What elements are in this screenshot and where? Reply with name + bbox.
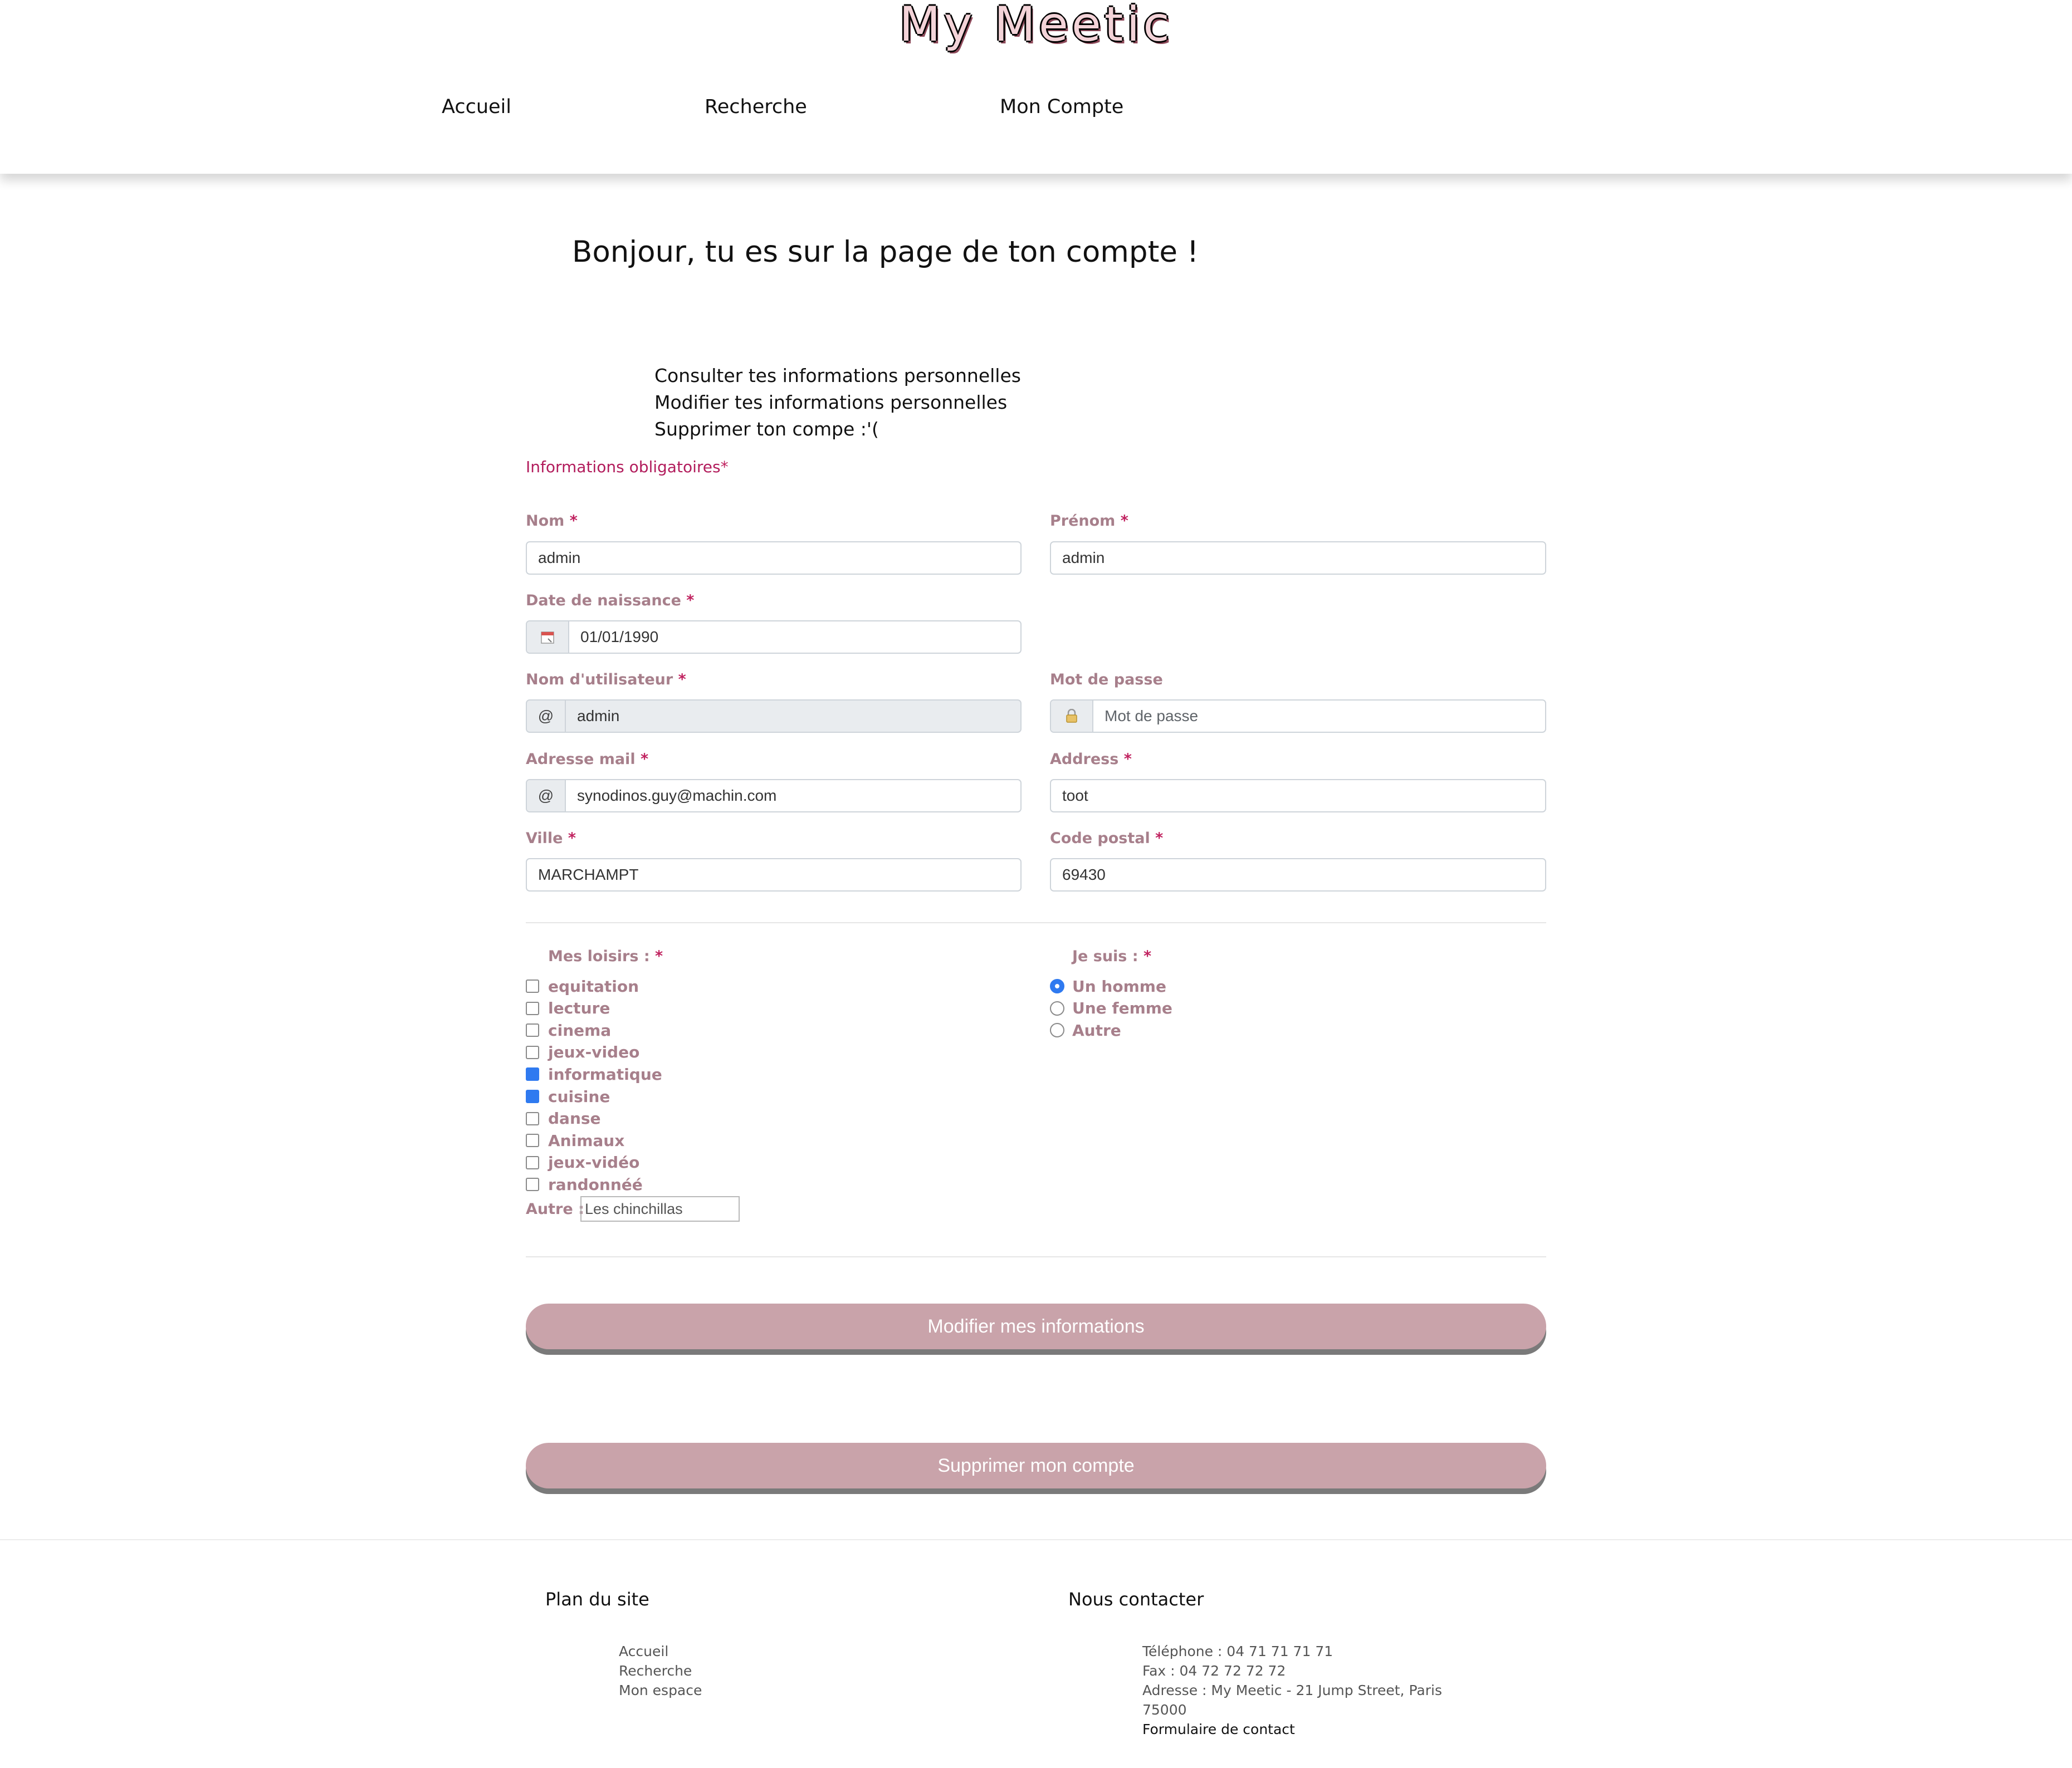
footer-fax: Fax : 04 72 72 72 72 [1142, 1663, 1286, 1679]
code-postal-input[interactable]: 69430 [1050, 858, 1546, 892]
hobby-label: jeux-vidéo [548, 1153, 640, 1172]
password-input[interactable]: Mot de passe [1050, 699, 1546, 733]
address-input[interactable]: toot [1050, 779, 1546, 812]
prenom-label: Prénom * [1050, 512, 1128, 530]
menu-edit-info[interactable]: Modifier tes informations personnelles [654, 391, 1007, 413]
hobby-label: jeux-video [548, 1043, 640, 1062]
prenom-input[interactable]: admin [1050, 541, 1546, 575]
gender-label: Je suis : * [1072, 948, 1152, 965]
gender-label-text: Un homme [1072, 977, 1166, 996]
hobby-checkbox[interactable] [526, 1023, 539, 1037]
hobby-option[interactable]: informatique [526, 1064, 662, 1084]
gender-label-text: Une femme [1072, 999, 1172, 1018]
birthdate-label: Date de naissance * [526, 592, 695, 609]
modify-info-button[interactable]: Modifier mes informations [526, 1304, 1546, 1349]
gender-radio[interactable] [1050, 1001, 1064, 1016]
username-label: Nom d'utilisateur * [526, 671, 686, 688]
required-note-text: Informations obligatoires [526, 458, 721, 476]
hobby-label: cuisine [548, 1087, 610, 1106]
menu-view-info[interactable]: Consulter tes informations personnelles [654, 365, 1021, 386]
hobby-label: lecture [548, 999, 610, 1018]
hobby-option[interactable]: cinema [526, 1020, 611, 1040]
hobby-label: Animaux [548, 1131, 625, 1150]
code-postal-label: Code postal * [1050, 830, 1164, 847]
at-sign-addon: @ [527, 701, 566, 732]
gender-option[interactable]: Une femme [1050, 998, 1172, 1018]
calendar-icon [527, 621, 569, 653]
hobby-checkbox[interactable] [526, 1090, 539, 1103]
hobby-checkbox[interactable] [526, 1067, 539, 1081]
hobby-option[interactable]: randonnéé [526, 1174, 643, 1194]
footer-contact-form-link[interactable]: Formulaire de contact [1142, 1721, 1295, 1737]
hobby-option[interactable]: danse [526, 1109, 601, 1129]
ville-input[interactable]: MARCHAMPT [526, 858, 1022, 892]
divider [526, 922, 1546, 923]
nom-label: Nom * [526, 512, 578, 530]
delete-account-button[interactable]: Supprimer mon compte [526, 1443, 1546, 1488]
page-title: Bonjour, tu es sur la page de ton compte… [572, 235, 1199, 269]
nav-link-recherche[interactable]: Recherche [705, 96, 807, 118]
hobby-checkbox[interactable] [526, 1134, 539, 1148]
gender-option[interactable]: Autre [1050, 1020, 1121, 1040]
required-star: * [720, 458, 729, 476]
at-sign-addon: @ [527, 780, 566, 811]
hobby-option[interactable]: equitation [526, 976, 639, 996]
footer-phone: Téléphone : 04 71 71 71 71 [1142, 1643, 1333, 1659]
footer-address: Adresse : My Meetic - 21 Jump Street, Pa… [1142, 1682, 1442, 1698]
gender-radio[interactable] [1050, 979, 1064, 993]
nom-input[interactable]: admin [526, 541, 1022, 575]
hobby-label: danse [548, 1109, 601, 1128]
gender-label-text: Autre [1072, 1021, 1121, 1040]
hobby-label: informatique [548, 1065, 662, 1084]
address-label: Address * [1050, 751, 1132, 768]
hobby-option[interactable]: Animaux [526, 1130, 624, 1150]
gender-option[interactable]: Un homme [1050, 976, 1166, 996]
footer-sitemap-title: Plan du site [545, 1589, 649, 1610]
email-label: Adresse mail * [526, 751, 649, 768]
hobby-label: randonnéé [548, 1175, 643, 1194]
footer-address-postcode: 75000 [1142, 1702, 1187, 1718]
hobby-checkbox[interactable] [526, 1001, 539, 1015]
menu-delete-account[interactable]: Supprimer ton compe :'( [654, 418, 879, 440]
footer-link-recherche[interactable]: Recherche [619, 1663, 692, 1679]
site-logo[interactable]: My Meetic [0, 0, 2072, 52]
lock-icon [1051, 701, 1093, 732]
hobby-label: cinema [548, 1021, 612, 1040]
nav-link-mon-compte[interactable]: Mon Compte [1000, 96, 1123, 118]
ville-label: Ville * [526, 830, 576, 847]
hobby-checkbox[interactable] [526, 1178, 539, 1192]
password-label: Mot de passe [1050, 671, 1163, 688]
required-note: Informations obligatoires* [526, 458, 729, 476]
other-hobby-label: Autre : [526, 1201, 584, 1218]
footer-contact-title: Nous contacter [1068, 1589, 1204, 1610]
gender-radio[interactable] [1050, 1023, 1064, 1038]
footer-link-mon-espace[interactable]: Mon espace [619, 1682, 702, 1698]
nav-link-accueil[interactable]: Accueil [442, 96, 511, 118]
username-input[interactable]: @ admin [526, 699, 1022, 733]
footer-link-accueil[interactable]: Accueil [619, 1643, 668, 1659]
hobby-label: equitation [548, 977, 639, 996]
hobby-option[interactable]: cuisine [526, 1086, 610, 1106]
hobby-option[interactable]: lecture [526, 998, 610, 1018]
footer-divider [0, 1539, 2072, 1540]
hobby-option[interactable]: jeux-video [526, 1042, 639, 1062]
site-header: My Meetic Accueil Recherche Mon Compte [0, 0, 2072, 174]
hobby-checkbox[interactable] [526, 1155, 539, 1169]
hobby-checkbox[interactable] [526, 979, 539, 993]
other-hobby-input[interactable]: Les chinchillas [580, 1196, 740, 1222]
email-input[interactable]: @ synodinos.guy@machin.com [526, 779, 1022, 812]
birthdate-input[interactable]: 01/01/1990 [526, 620, 1022, 654]
hobby-checkbox[interactable] [526, 1045, 539, 1059]
hobbies-label: Mes loisirs : * [548, 948, 663, 965]
divider [526, 1256, 1546, 1257]
hobby-checkbox[interactable] [526, 1111, 539, 1125]
hobby-option[interactable]: jeux-vidéo [526, 1153, 639, 1173]
